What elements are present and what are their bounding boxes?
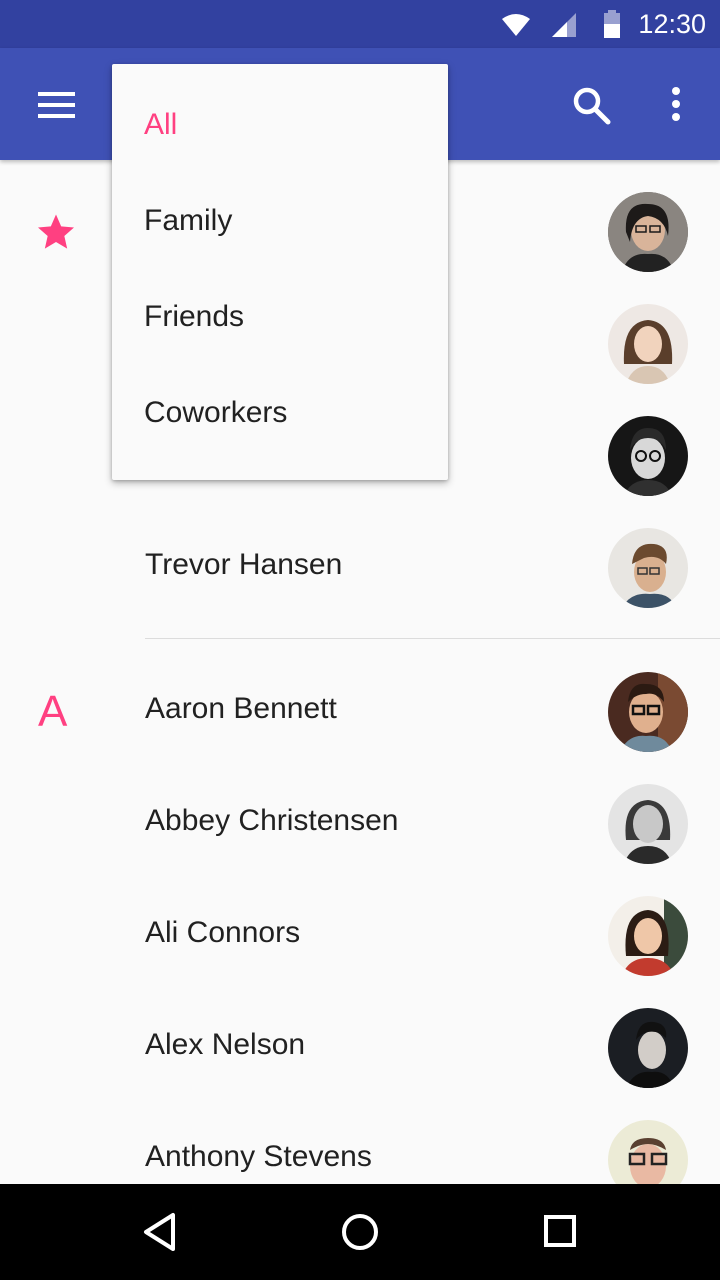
- status-bar: 12:30: [0, 0, 720, 48]
- contacts-screen: 12:30 Trevor Hansen A Aaron Bennett Abbe…: [0, 0, 720, 1280]
- contact-name[interactable]: Anthony Stevens: [145, 1139, 372, 1175]
- star-icon: [38, 214, 74, 249]
- avatar[interactable]: [608, 304, 688, 384]
- signal-icon: [552, 13, 576, 37]
- section-letter: A: [38, 687, 68, 736]
- menu-icon[interactable]: [38, 92, 76, 118]
- recents-icon[interactable]: [542, 1206, 578, 1258]
- contact-name[interactable]: Aaron Bennett: [145, 691, 337, 727]
- avatar[interactable]: [608, 672, 688, 752]
- contact-name[interactable]: Alex Nelson: [145, 1027, 305, 1063]
- overflow-menu-icon[interactable]: [670, 86, 682, 122]
- avatar[interactable]: [608, 192, 688, 272]
- back-icon[interactable]: [140, 1206, 180, 1258]
- avatar[interactable]: [608, 896, 688, 976]
- dropdown-item-family[interactable]: Family: [144, 191, 434, 251]
- filter-dropdown-menu: All Family Friends Coworkers: [112, 64, 448, 480]
- avatar[interactable]: [608, 416, 688, 496]
- status-time: 12:30: [638, 9, 706, 39]
- contact-name[interactable]: Abbey Christensen: [145, 803, 398, 839]
- home-icon[interactable]: [340, 1206, 380, 1258]
- avatar[interactable]: [608, 528, 688, 608]
- dropdown-item-all[interactable]: All: [144, 95, 434, 155]
- dropdown-item-coworkers[interactable]: Coworkers: [144, 383, 434, 443]
- dropdown-item-friends[interactable]: Friends: [144, 287, 434, 347]
- search-icon[interactable]: [572, 86, 612, 126]
- contact-name[interactable]: Ali Connors: [145, 915, 300, 951]
- section-divider: [145, 638, 720, 639]
- contact-name[interactable]: Trevor Hansen: [145, 547, 342, 583]
- navigation-bar: [0, 1184, 720, 1280]
- battery-icon: [604, 10, 620, 38]
- avatar[interactable]: [608, 784, 688, 864]
- wifi-icon: [502, 14, 530, 36]
- avatar[interactable]: [608, 1008, 688, 1088]
